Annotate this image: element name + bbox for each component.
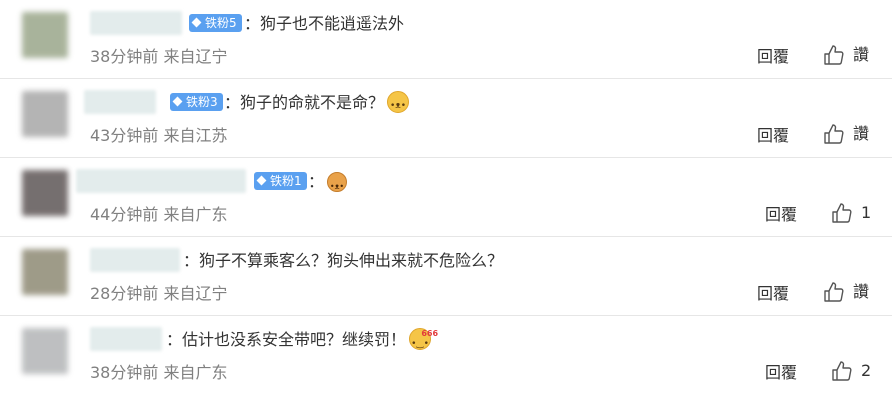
avatar[interactable] [22,91,68,137]
avatar[interactable] [22,170,68,216]
comment-text-content: ：狗子的命就不是命？ [224,93,385,112]
comment-text: ： [308,170,348,199]
like-label: 讚 [853,45,870,64]
comment-item: 铁粉5 ：狗子也不能逍遥法外 38分钟前 来自辽宁 回覆 讚 [0,0,892,79]
like-count: 2 [861,361,872,380]
comment-item: ：估计也没系安全带吧？继续罚！ 38分钟前 来自广东 回覆 2 [0,316,892,395]
like-label: 讚 [853,124,870,143]
diamond-icon [256,175,267,186]
avatar[interactable] [22,249,68,295]
badge-label: 铁粉1 [270,174,302,188]
badge-label: 铁粉5 [205,16,237,30]
like-button[interactable]: 2 [831,359,871,383]
thinking-666-emoji [409,322,438,356]
like-button[interactable]: 讚 [823,122,869,146]
reply-button[interactable]: 回覆 [765,361,797,385]
comment-meta: 38分钟前 来自广东 [90,363,228,382]
fan-badge[interactable]: 铁粉1 [254,172,307,190]
username-blurred[interactable] [90,248,180,272]
thumbs-up-icon [824,124,844,144]
comment-item: 铁粉1 ： 44分钟前 来自广东 回覆 1 [0,158,892,237]
like-label: 讚 [853,282,870,301]
comment-text-content: ： [308,172,325,191]
avatar[interactable] [22,12,68,58]
comment-item: 铁粉3 ：狗子的命就不是命？ 43分钟前 来自江苏 回覆 讚 [0,79,892,158]
comment-meta: 28分钟前 来自辽宁 [90,284,228,303]
comment-item: ：狗子不算乘客么？狗头伸出来就不危险么？ 28分钟前 来自辽宁 回覆 讚 [0,237,892,316]
badge-label: 铁粉3 [186,95,218,109]
like-button[interactable]: 讚 [823,43,869,67]
comment-meta: 44分钟前 来自广东 [90,205,228,224]
thumbs-up-icon [824,282,844,302]
comment-text: ：估计也没系安全带吧？继续罚！ [166,322,438,356]
comment-meta: 38分钟前 来自辽宁 [90,47,228,66]
reply-button[interactable]: 回覆 [757,282,789,306]
comment-text: ：狗子也不能逍遥法外 [244,14,405,33]
comment-text: ：狗子不算乘客么？狗头伸出来就不危险么？ [183,251,504,270]
diamond-icon [191,17,202,28]
comment-text: ：狗子的命就不是命？ [224,91,410,118]
comment-meta: 43分钟前 来自江苏 [90,126,228,145]
cat-face-emoji [387,91,410,118]
reply-button[interactable]: 回覆 [765,203,797,227]
comment-text-content: ：估计也没系安全带吧？继续罚！ [166,330,407,349]
reply-button[interactable]: 回覆 [757,124,789,148]
username-blurred[interactable] [76,169,246,193]
like-count: 1 [861,203,872,222]
avatar[interactable] [22,328,68,374]
diamond-icon [172,96,183,107]
username-blurred[interactable] [84,90,156,114]
fan-badge[interactable]: 铁粉5 [189,14,242,32]
like-button[interactable]: 1 [831,201,871,225]
thumbs-up-icon [832,203,852,223]
username-blurred[interactable] [90,327,162,351]
thumbs-up-icon [824,45,844,65]
dog-face-emoji [327,172,348,199]
like-button[interactable]: 讚 [823,280,869,304]
username-blurred[interactable] [90,11,182,35]
reply-button[interactable]: 回覆 [757,45,789,69]
fan-badge[interactable]: 铁粉3 [170,93,223,111]
thumbs-up-icon [832,361,852,381]
